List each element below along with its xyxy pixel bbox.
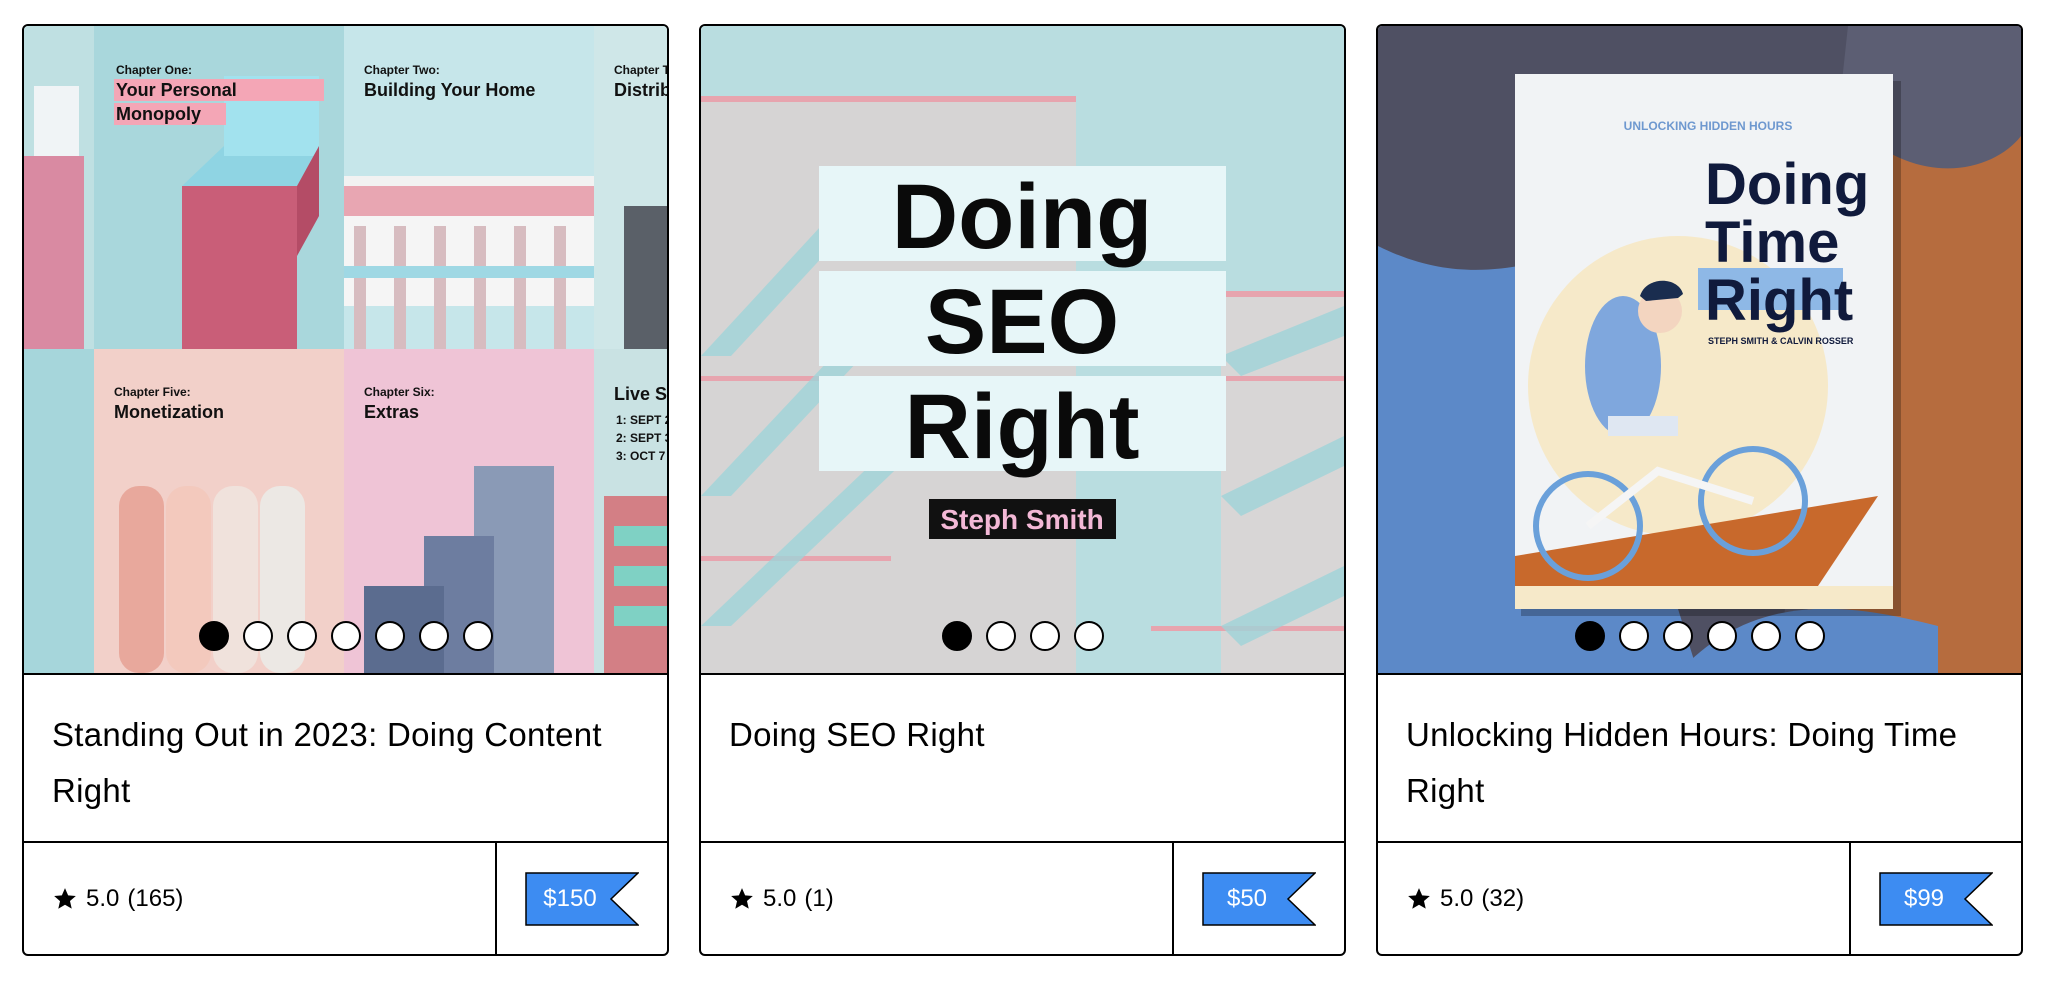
carousel-dot[interactable] xyxy=(1618,621,1649,651)
carousel-dots xyxy=(701,621,1344,651)
product-footer: 5.0 (165) $150 xyxy=(24,843,667,954)
cover-text: Extras xyxy=(364,402,419,422)
cover-text: Time xyxy=(1705,210,1839,275)
carousel-dot[interactable] xyxy=(1706,621,1737,651)
cover-image-time-right: UNLOCKING HIDDEN HOURS Doing Time Right … xyxy=(1378,26,2021,673)
carousel-dot[interactable] xyxy=(242,621,273,651)
price-cell: $150 xyxy=(495,843,667,954)
carousel-dot[interactable] xyxy=(1794,621,1825,651)
carousel-dot[interactable] xyxy=(198,621,229,651)
cover-text: Right xyxy=(904,376,1139,478)
star-icon xyxy=(1408,887,1430,909)
product-title[interactable]: Doing SEO Right xyxy=(729,707,1316,763)
cover-image-content-right: Chapter One: Your Personal Monopoly Chap… xyxy=(24,26,667,673)
cover-text: 3: OCT 7 xyxy=(616,449,666,463)
price-tag[interactable]: $99 xyxy=(1879,871,1993,926)
carousel-dot[interactable] xyxy=(286,621,317,651)
rating-value: 5.0 xyxy=(763,884,797,912)
product-title-area[interactable]: Doing SEO Right xyxy=(701,675,1344,843)
carousel-dot[interactable] xyxy=(1662,621,1693,651)
price-tag[interactable]: $150 xyxy=(525,871,639,926)
carousel-dot[interactable] xyxy=(1073,621,1104,651)
product-rating: 5.0 (32) xyxy=(1378,843,1849,954)
carousel-dot[interactable] xyxy=(941,621,972,651)
cover-text: Building Your Home xyxy=(364,80,535,100)
carousel-dots xyxy=(24,621,667,651)
cover-text: STEPH SMITH & CALVIN ROSSER xyxy=(1708,336,1854,346)
review-count: (1) xyxy=(804,884,834,912)
product-title[interactable]: Unlocking Hidden Hours: Doing Time Right xyxy=(1406,707,1993,819)
product-card[interactable]: Chapter One: Your Personal Monopoly Chap… xyxy=(22,24,669,956)
cover-text: Chapter One: xyxy=(116,63,192,77)
product-card[interactable]: UNLOCKING HIDDEN HOURS Doing Time Right … xyxy=(1376,24,2023,956)
rating-value: 5.0 xyxy=(1440,884,1474,912)
product-title-area[interactable]: Standing Out in 2023: Doing Content Righ… xyxy=(24,675,667,843)
product-thumbnail[interactable]: Chapter One: Your Personal Monopoly Chap… xyxy=(24,26,667,675)
price-cell: $99 xyxy=(1849,843,2021,954)
product-footer: 5.0 (1) $50 xyxy=(701,843,1344,954)
cover-text: Chapter Two: xyxy=(364,63,440,77)
cover-image-seo-right: Doing SEO Right Steph Smith xyxy=(701,26,1344,673)
carousel-dot[interactable] xyxy=(418,621,449,651)
star-icon xyxy=(731,887,753,909)
cover-text: Chapter T xyxy=(614,63,667,77)
cover-text: Your Personal xyxy=(116,80,237,100)
carousel-dot[interactable] xyxy=(462,621,493,651)
product-grid: Chapter One: Your Personal Monopoly Chap… xyxy=(22,24,2023,956)
cover-text: Distrib xyxy=(614,80,667,100)
price-cell: $50 xyxy=(1172,843,1344,954)
carousel-dot[interactable] xyxy=(1029,621,1060,651)
cover-text: Monopoly xyxy=(116,104,201,124)
cover-text: SEO xyxy=(925,271,1119,373)
product-thumbnail[interactable]: Doing SEO Right Steph Smith xyxy=(701,26,1344,675)
product-footer: 5.0 (32) $99 xyxy=(1378,843,2021,954)
product-title[interactable]: Standing Out in 2023: Doing Content Righ… xyxy=(52,707,639,819)
review-count: (165) xyxy=(127,884,184,912)
cover-text: 2: SEPT 30 xyxy=(616,431,667,445)
carousel-dot[interactable] xyxy=(1574,621,1605,651)
review-count: (32) xyxy=(1481,884,1525,912)
cover-text: Doing xyxy=(892,166,1153,268)
price-tag[interactable]: $50 xyxy=(1202,871,1316,926)
rating-value: 5.0 xyxy=(86,884,120,912)
carousel-dot[interactable] xyxy=(1750,621,1781,651)
cover-text: Chapter Six: xyxy=(364,385,435,399)
cover-text: Steph Smith xyxy=(940,504,1103,535)
cover-text: Chapter Five: xyxy=(114,385,191,399)
product-card[interactable]: Doing SEO Right Steph Smith Doing SEO Ri… xyxy=(699,24,1346,956)
product-thumbnail[interactable]: UNLOCKING HIDDEN HOURS Doing Time Right … xyxy=(1378,26,2021,675)
carousel-dot[interactable] xyxy=(374,621,405,651)
price-value: $150 xyxy=(543,884,597,912)
carousel-dot[interactable] xyxy=(330,621,361,651)
cover-text: 1: SEPT 23 xyxy=(616,413,667,427)
cover-text: UNLOCKING HIDDEN HOURS xyxy=(1624,119,1793,133)
cover-text: Live Se xyxy=(614,384,667,404)
carousel-dot[interactable] xyxy=(985,621,1016,651)
product-rating: 5.0 (165) xyxy=(24,843,495,954)
cover-text: Monetization xyxy=(114,402,224,422)
star-icon xyxy=(54,887,76,909)
cover-text: Right xyxy=(1705,268,1853,333)
product-rating: 5.0 (1) xyxy=(701,843,1172,954)
price-value: $50 xyxy=(1226,884,1268,912)
product-title-area[interactable]: Unlocking Hidden Hours: Doing Time Right xyxy=(1378,675,2021,843)
carousel-dots xyxy=(1378,621,2021,651)
price-value: $99 xyxy=(1903,884,1945,912)
cover-text: Doing xyxy=(1705,152,1869,217)
